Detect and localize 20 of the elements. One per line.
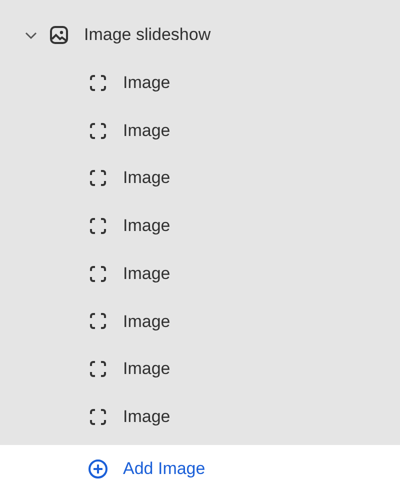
tree-item[interactable]: Image [123, 404, 170, 430]
tree-item[interactable]: Image [123, 165, 170, 191]
tree-item[interactable]: Image [123, 118, 170, 144]
tree-item[interactable]: Image [123, 213, 170, 239]
image-icon [49, 25, 69, 45]
tree-item[interactable]: Image [123, 308, 170, 334]
dashed-frame-icon [89, 408, 107, 426]
add-image-button[interactable]: Add Image [88, 456, 206, 482]
section-title[interactable]: Image slideshow [84, 22, 211, 48]
tree-item[interactable]: Image [123, 70, 170, 96]
tree-item[interactable]: Image [123, 356, 170, 382]
dashed-frame-icon [89, 312, 107, 330]
dashed-frame-icon [89, 360, 107, 378]
dashed-frame-icon [89, 74, 107, 92]
dashed-frame-icon [89, 122, 107, 140]
tree-item[interactable]: Image [123, 260, 170, 286]
plus-circle-icon [88, 459, 108, 479]
dashed-frame-icon [89, 216, 107, 235]
dashed-frame-icon [89, 169, 107, 188]
dashed-frame-icon [89, 264, 107, 283]
